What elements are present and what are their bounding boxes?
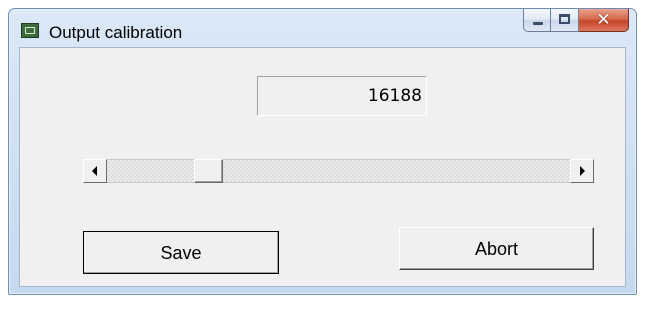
minimize-button[interactable]	[523, 9, 551, 32]
slider-thumb[interactable]	[193, 159, 223, 183]
save-button[interactable]: Save	[83, 231, 279, 274]
close-icon: ✕	[596, 10, 611, 30]
calibration-value-display: 16188	[257, 76, 427, 116]
title-bar[interactable]: Output calibration ✕	[9, 9, 636, 49]
arrow-right-icon	[580, 166, 585, 176]
scroll-left-button[interactable]	[83, 159, 107, 183]
caption-buttons: ✕	[523, 9, 629, 32]
calibration-slider[interactable]	[83, 159, 594, 183]
scroll-right-button[interactable]	[570, 159, 594, 183]
close-button[interactable]: ✕	[579, 9, 629, 32]
maximize-button[interactable]	[551, 9, 579, 32]
window-title: Output calibration	[49, 23, 183, 42]
arrow-left-icon	[92, 166, 97, 176]
abort-button[interactable]: Abort	[399, 227, 594, 270]
minimize-icon	[533, 22, 543, 25]
calibration-window: Output calibration ✕ 16188 Save Abort	[8, 8, 637, 295]
app-icon[interactable]	[21, 23, 39, 38]
maximize-icon	[559, 14, 570, 24]
dialog-client-area: 16188 Save Abort	[19, 47, 626, 287]
